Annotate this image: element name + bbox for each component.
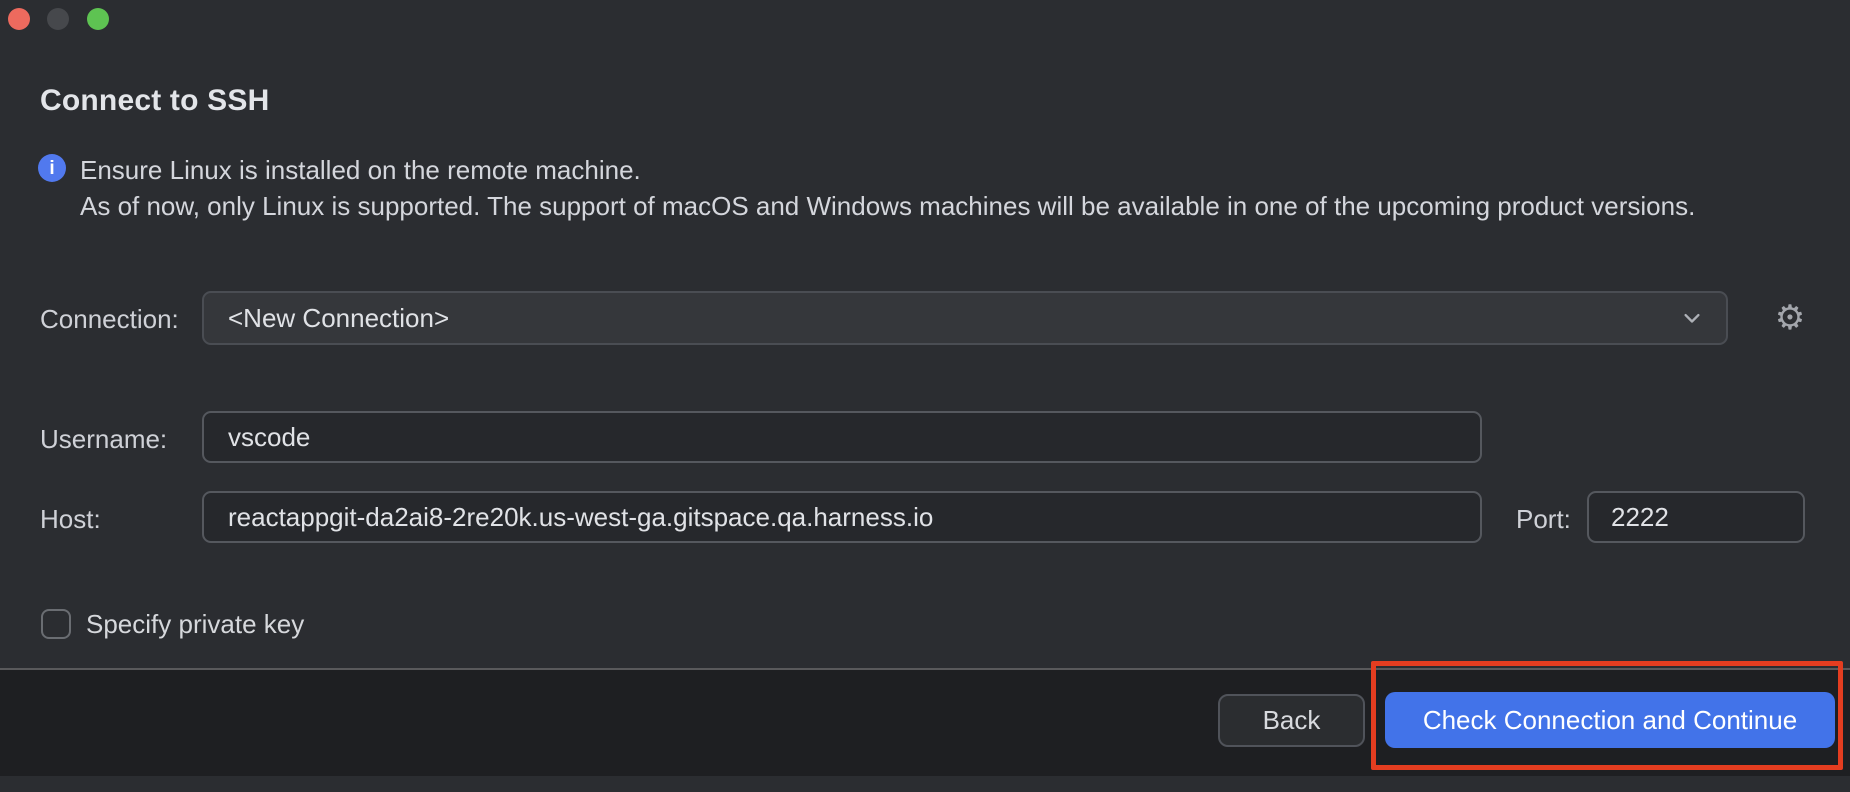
notice-line-1: Ensure Linux is installed on the remote … [80, 152, 1695, 188]
connection-label: Connection: [40, 304, 179, 335]
minimize-window-button[interactable] [47, 8, 69, 30]
notice-text: Ensure Linux is installed on the remote … [80, 152, 1695, 224]
username-input[interactable] [202, 411, 1482, 463]
connection-dropdown-value: <New Connection> [204, 303, 1678, 334]
host-label: Host: [40, 504, 101, 535]
page-title: Connect to SSH [40, 84, 269, 118]
host-input[interactable] [202, 491, 1482, 543]
check-connection-and-continue-button[interactable]: Check Connection and Continue [1385, 692, 1835, 748]
back-button[interactable]: Back [1218, 694, 1365, 747]
username-label: Username: [40, 424, 167, 455]
info-icon-glyph: i [49, 159, 54, 178]
close-window-button[interactable] [8, 8, 30, 30]
specify-private-key-label[interactable]: Specify private key [86, 609, 304, 640]
specify-private-key-checkbox[interactable] [41, 609, 71, 639]
notice-line-2: As of now, only Linux is supported. The … [80, 188, 1695, 224]
info-icon: i [38, 154, 66, 182]
window-bottom-edge [0, 776, 1850, 792]
connect-to-ssh-dialog: Connect to SSH i Ensure Linux is install… [0, 0, 1850, 792]
port-input[interactable] [1587, 491, 1805, 543]
zoom-window-button[interactable] [87, 8, 109, 30]
connection-dropdown[interactable]: <New Connection> [202, 291, 1728, 345]
chevron-down-icon [1678, 304, 1706, 332]
port-label: Port: [1516, 504, 1571, 535]
gear-icon[interactable]: ⚙ [1768, 296, 1812, 340]
